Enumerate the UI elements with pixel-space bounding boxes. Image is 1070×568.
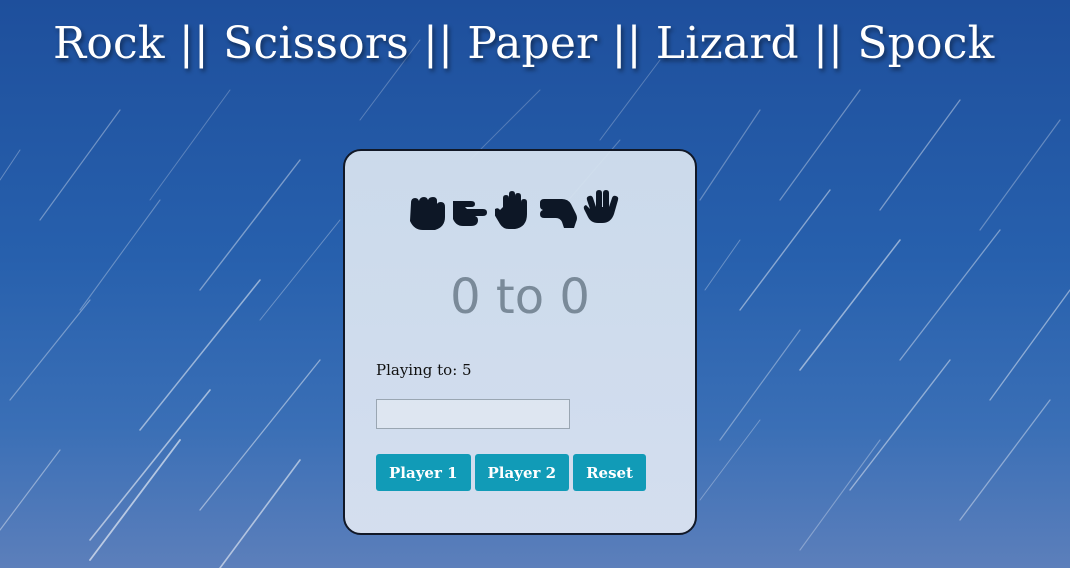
player1-button[interactable]: Player 1 bbox=[376, 454, 471, 491]
hand-icons-row bbox=[407, 189, 621, 231]
reset-button[interactable]: Reset bbox=[573, 454, 646, 491]
page-title: Rock || Scissors || Paper || Lizard || S… bbox=[53, 18, 995, 69]
lizard-hand-icon bbox=[539, 189, 577, 231]
button-group: Player 1 Player 2 Reset bbox=[376, 454, 646, 491]
spock-hand-icon bbox=[583, 189, 621, 231]
score-display: 0 to 0 bbox=[450, 269, 590, 325]
game-card: 0 to 0 Playing to: 5 Player 1 Player 2 R… bbox=[343, 149, 697, 535]
scissors-hand-icon bbox=[451, 189, 489, 231]
rock-hand-icon bbox=[407, 189, 445, 231]
paper-hand-icon bbox=[495, 189, 533, 231]
playing-to-label: Playing to: 5 bbox=[376, 361, 472, 379]
player2-button[interactable]: Player 2 bbox=[474, 454, 570, 491]
winning-score-input[interactable] bbox=[376, 399, 570, 429]
